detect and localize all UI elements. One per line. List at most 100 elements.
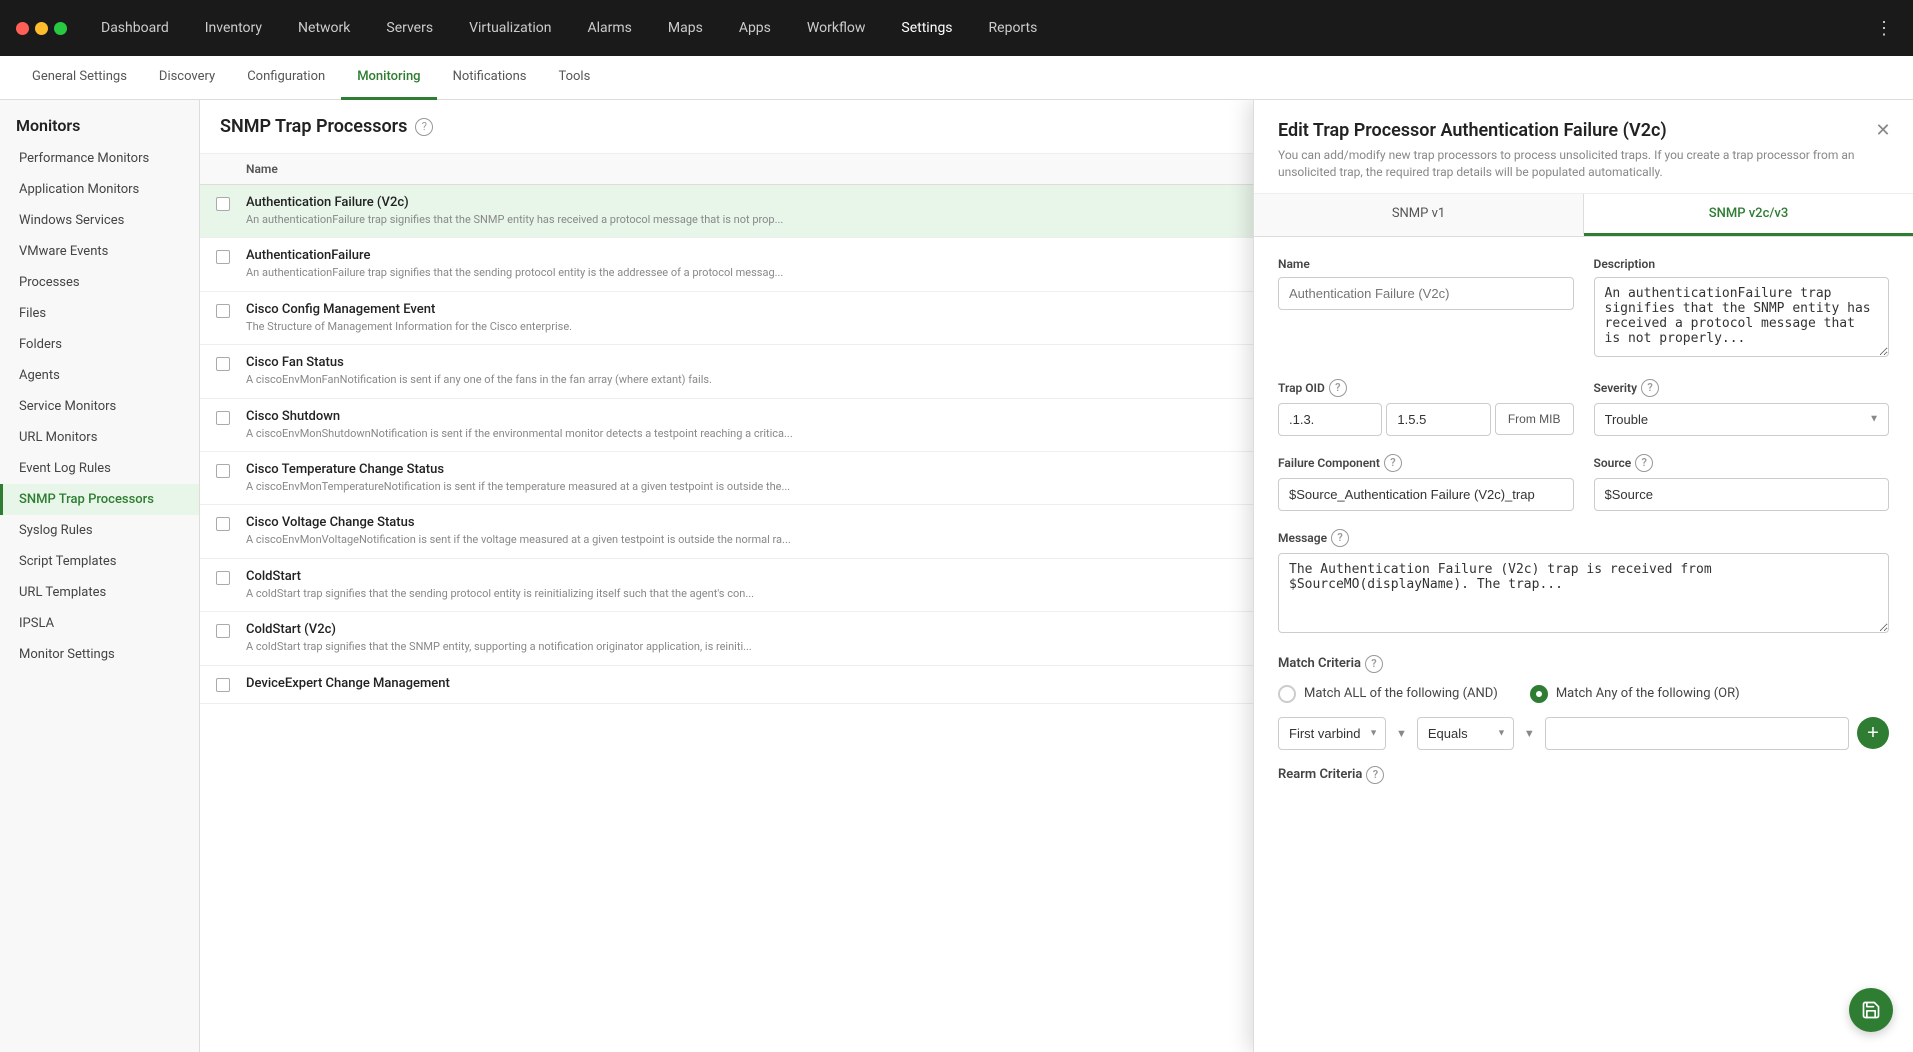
row-checkbox[interactable] [216,571,230,585]
oid-part2-input[interactable] [1386,403,1490,436]
rearm-criteria-help-icon[interactable]: ? [1366,766,1384,784]
oid-part1-input[interactable] [1278,403,1382,436]
severity-label: Severity ? [1594,379,1890,397]
trap-oid-label: Trap OID ? [1278,379,1574,397]
subnav-monitoring[interactable]: Monitoring [341,56,436,100]
snmp-tabs: SNMP v1 SNMP v2c/v3 [1254,194,1913,237]
rearm-criteria-section: Rearm Criteria ? [1278,766,1889,784]
nav-item-virtualization[interactable]: Virtualization [451,0,569,56]
first-varbind-wrapper: First varbind Any varbind [1278,717,1386,750]
name-group: Name [1278,257,1574,361]
nav-item-inventory[interactable]: Inventory [187,0,280,56]
row-checkbox[interactable] [216,517,230,531]
description-group: Description [1594,257,1890,361]
main-layout: Monitors Performance Monitors Applicatio… [0,100,1913,1052]
snmp-tab-v1[interactable]: SNMP v1 [1254,194,1584,236]
sidebar-item-processes[interactable]: Processes [0,267,199,298]
nav-item-reports[interactable]: Reports [971,0,1056,56]
more-options-icon[interactable]: ⋮ [1863,18,1905,39]
row-checkbox[interactable] [216,304,230,318]
sidebar-item-monitor-settings[interactable]: Monitor Settings [0,639,199,670]
close-button[interactable]: ✕ [1869,116,1897,144]
subnav-tools[interactable]: Tools [542,56,606,100]
row-checkbox[interactable] [216,678,230,692]
nav-item-servers[interactable]: Servers [368,0,451,56]
nav-item-maps[interactable]: Maps [650,0,721,56]
from-mib-button[interactable]: From MIB [1495,403,1574,435]
subnav-discovery[interactable]: Discovery [143,56,231,100]
nav-item-settings[interactable]: Settings [883,0,970,56]
nav-item-workflow[interactable]: Workflow [789,0,884,56]
nav-item-apps[interactable]: Apps [721,0,789,56]
sidebar-item-application-monitors[interactable]: Application Monitors [0,174,199,205]
description-textarea[interactable] [1594,277,1890,357]
sidebar-item-snmp-trap-processors[interactable]: SNMP Trap Processors [0,484,199,515]
add-criteria-button[interactable]: + [1857,717,1889,749]
sidebar-item-url-monitors[interactable]: URL Monitors [0,422,199,453]
close-traffic-light[interactable] [16,22,29,35]
failure-component-label: Failure Component ? [1278,454,1574,472]
failure-component-help-icon[interactable]: ? [1384,454,1402,472]
sidebar-item-ipsla[interactable]: IPSLA [0,608,199,639]
severity-select[interactable]: Trouble Critical Warning Info [1594,403,1890,436]
snmp-tab-v2c-v3[interactable]: SNMP v2c/v3 [1584,194,1913,236]
trap-oid-help-icon[interactable]: ? [1329,379,1347,397]
sidebar-item-event-log-rules[interactable]: Event Log Rules [0,453,199,484]
subnav-configuration[interactable]: Configuration [231,56,341,100]
nav-item-alarms[interactable]: Alarms [569,0,649,56]
subnav-notifications[interactable]: Notifications [437,56,543,100]
row-checkbox[interactable] [216,464,230,478]
equals-select[interactable]: Equals Contains Starts with Ends with [1417,717,1514,750]
maximize-traffic-light[interactable] [54,22,67,35]
match-criteria-title: Match Criteria ? [1278,655,1889,673]
severity-help-icon[interactable]: ? [1641,379,1659,397]
row-checkbox[interactable] [216,197,230,211]
failure-component-input[interactable] [1278,478,1574,511]
sidebar-item-windows-services[interactable]: Windows Services [0,205,199,236]
description-label: Description [1594,257,1890,271]
subnav-general-settings[interactable]: General Settings [16,56,143,100]
trap-list-help-icon[interactable]: ? [415,118,433,136]
sidebar-item-script-templates[interactable]: Script Templates [0,546,199,577]
row-checkbox[interactable] [216,624,230,638]
traffic-lights [8,22,75,35]
dropdown-arrow-icon: ▼ [1394,727,1409,740]
source-label: Source ? [1594,454,1890,472]
nav-items: Dashboard Inventory Network Servers Virt… [83,0,1863,56]
message-group: Message ? The Authentication Failure (V2… [1278,529,1889,637]
radio-option-and[interactable]: Match ALL of the following (AND) [1278,685,1498,703]
edit-panel-title: Edit Trap Processor Authentication Failu… [1278,120,1889,141]
criteria-row: First varbind Any varbind ▼ Equals Conta… [1278,717,1889,750]
sidebar-item-url-templates[interactable]: URL Templates [0,577,199,608]
radio-or-circle [1530,685,1548,703]
sidebar-title: Monitors [0,100,199,143]
row-checkbox[interactable] [216,357,230,371]
row-checkbox[interactable] [216,411,230,425]
source-input[interactable] [1594,478,1890,511]
sidebar-item-service-monitors[interactable]: Service Monitors [0,391,199,422]
row-checkbox[interactable] [216,250,230,264]
message-help-icon[interactable]: ? [1331,529,1349,547]
sidebar-item-syslog-rules[interactable]: Syslog Rules [0,515,199,546]
radio-option-or[interactable]: Match Any of the following (OR) [1530,685,1740,703]
sidebar-item-files[interactable]: Files [0,298,199,329]
sidebar-item-vmware-events[interactable]: VMware Events [0,236,199,267]
edit-panel-header: Edit Trap Processor Authentication Failu… [1254,100,1913,194]
source-help-icon[interactable]: ? [1635,454,1653,472]
content-area: SNMP Trap Processors ? Name OID Authenti… [200,100,1913,1052]
nav-item-dashboard[interactable]: Dashboard [83,0,187,56]
sidebar-item-folders[interactable]: Folders [0,329,199,360]
sidebar-item-agents[interactable]: Agents [0,360,199,391]
sidebar-item-performance-monitors[interactable]: Performance Monitors [0,143,199,174]
first-varbind-select[interactable]: First varbind Any varbind [1278,717,1386,750]
match-criteria-help-icon[interactable]: ? [1365,655,1383,673]
radio-group: Match ALL of the following (AND) Match A… [1278,685,1889,703]
criteria-value-input[interactable] [1545,717,1849,750]
minimize-traffic-light[interactable] [35,22,48,35]
nav-item-network[interactable]: Network [280,0,368,56]
message-label: Message ? [1278,529,1889,547]
save-button[interactable] [1849,988,1893,1032]
rearm-criteria-title: Rearm Criteria ? [1278,766,1889,784]
name-input[interactable] [1278,277,1574,310]
message-textarea[interactable]: The Authentication Failure (V2c) trap is… [1278,553,1889,633]
